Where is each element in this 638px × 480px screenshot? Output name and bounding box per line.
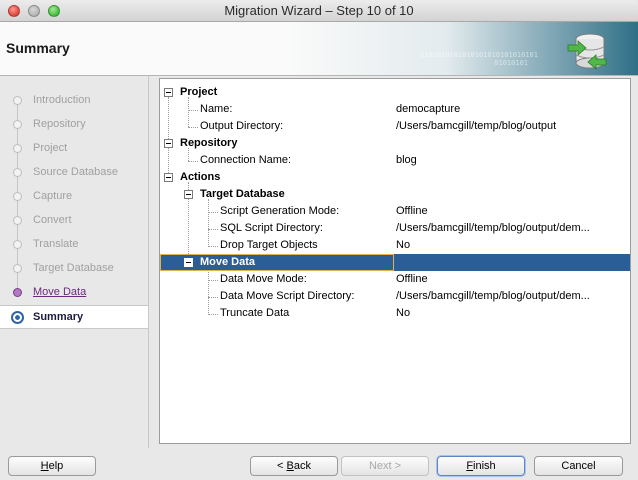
tree-key-cell: Repository: [160, 135, 394, 152]
nav-item-translate[interactable]: Translate: [0, 234, 148, 256]
tree-row-output-directory[interactable]: Output Directory: /Users/bamcgill/temp/b…: [160, 118, 630, 135]
next-button[interactable]: Next >: [341, 456, 429, 476]
nav-item-move-data[interactable]: Move Data: [0, 282, 148, 304]
nav-item-label: Introduction: [33, 94, 91, 106]
nav-item-label: Translate: [33, 238, 79, 250]
tree-row-data-move-script-directory[interactable]: Data Move Script Directory: /Users/bamcg…: [160, 288, 630, 305]
nav-item-convert[interactable]: Convert: [0, 210, 148, 232]
finish-label-rest: inish: [473, 460, 496, 472]
nav-item-label: Summary: [33, 311, 84, 323]
step-node-icon: [13, 168, 22, 177]
step-node-icon: [13, 192, 22, 201]
nav-item-target-database[interactable]: Target Database: [0, 258, 148, 280]
property-key: SQL Script Directory:: [220, 222, 323, 234]
property-value: /Users/bamcgill/temp/blog/output/dem...: [396, 222, 590, 234]
nav-item-source-database[interactable]: Source Database: [0, 162, 148, 184]
tree-node-project[interactable]: Project: [160, 84, 630, 101]
tree-row-truncate-data[interactable]: Truncate Data No: [160, 305, 630, 322]
window-title: Migration Wizard – Step 10 of 10: [224, 3, 414, 18]
property-value: /Users/bamcgill/temp/blog/output: [396, 120, 557, 132]
step-node-icon: [13, 96, 22, 105]
wizard-steps-nav: Introduction Repository Project Source D…: [0, 76, 149, 448]
tree-node-label: Repository: [180, 137, 238, 149]
property-key: Truncate Data: [220, 307, 290, 319]
collapse-toggle-icon[interactable]: [164, 173, 173, 182]
tree-key-cell: Target Database: [160, 186, 394, 203]
property-value: Offline: [396, 205, 428, 217]
property-value: /Users/bamcgill/temp/blog/output/dem...: [396, 290, 590, 302]
nav-item-label: Source Database: [33, 166, 118, 178]
tree-row-script-generation-mode[interactable]: Script Generation Mode: Offline: [160, 203, 630, 220]
tree-node-label: Project: [180, 86, 218, 98]
tree-row-sql-script-directory[interactable]: SQL Script Directory: /Users/bamcgill/te…: [160, 220, 630, 237]
collapse-toggle-icon[interactable]: [184, 190, 193, 199]
tree-row-drop-target-objects[interactable]: Drop Target Objects No: [160, 237, 630, 254]
tree-row-connection-name[interactable]: Connection Name: blog: [160, 152, 630, 169]
tree-node-target-database[interactable]: Target Database: [160, 186, 630, 203]
property-key: Output Directory:: [200, 120, 284, 132]
nav-item-label: Project: [33, 142, 68, 154]
step-node-icon: [13, 288, 22, 297]
nav-item-label: Repository: [33, 118, 86, 130]
step-node-icon: [13, 216, 22, 225]
back-label-rest: ack: [293, 460, 311, 472]
header-binary-line-2: 01010101: [494, 59, 528, 67]
back-button[interactable]: < Back: [250, 456, 338, 476]
nav-item-introduction[interactable]: Introduction: [0, 90, 148, 112]
property-value: Offline: [396, 273, 428, 285]
database-migration-icon: [567, 33, 607, 70]
help-button[interactable]: Help: [8, 456, 96, 476]
help-mnemonic: H: [40, 460, 49, 472]
tree-row-data-move-mode[interactable]: Data Move Mode: Offline: [160, 271, 630, 288]
tree-node-repository[interactable]: Repository: [160, 135, 630, 152]
next-label: Next >: [368, 460, 402, 472]
tree-key-cell: Actions: [160, 169, 394, 186]
property-key: Script Generation Mode:: [220, 205, 340, 217]
property-key: Drop Target Objects: [220, 239, 318, 251]
tree-node-label: Actions: [180, 171, 221, 183]
nav-item-label: Target Database: [33, 262, 114, 274]
nav-item-label: Move Data: [33, 286, 87, 298]
property-value: No: [396, 239, 411, 251]
help-label-rest: elp: [48, 460, 64, 472]
nav-item-label: Capture: [33, 190, 73, 202]
header-binary-line-1: 0101010101010101010101010101: [419, 51, 538, 59]
property-key: Data Move Mode:: [220, 273, 307, 285]
current-step-icon: [11, 311, 24, 324]
back-label-prefix: <: [277, 460, 287, 472]
step-node-icon: [13, 264, 22, 273]
collapse-toggle-icon[interactable]: [184, 258, 193, 267]
step-node-icon: [13, 240, 22, 249]
property-value: blog: [396, 154, 417, 166]
property-value: democapture: [396, 103, 461, 115]
tree-key-cell: Project: [160, 84, 394, 101]
page-title: Summary: [6, 40, 70, 56]
property-key: Connection Name:: [200, 154, 292, 166]
step-node-icon: [13, 120, 22, 129]
tree-node-move-data[interactable]: Move Data: [160, 254, 630, 271]
cancel-label: Cancel: [561, 460, 596, 472]
tree-node-label: Move Data: [200, 256, 256, 268]
tree-node-label: Target Database: [200, 188, 285, 200]
wizard-header: Summary 0101010101010101010101010101 010…: [0, 22, 638, 76]
collapse-toggle-icon[interactable]: [164, 139, 173, 148]
nav-item-label: Convert: [33, 214, 72, 226]
summary-tree[interactable]: Project Name: democapture Output Directo…: [159, 78, 631, 444]
nav-item-project[interactable]: Project: [0, 138, 148, 160]
nav-item-summary[interactable]: Summary: [0, 305, 148, 329]
back-mnemonic: B: [286, 460, 294, 472]
cancel-button[interactable]: Cancel: [534, 456, 623, 476]
collapse-toggle-icon[interactable]: [164, 88, 173, 97]
step-node-icon: [13, 144, 22, 153]
nav-item-capture[interactable]: Capture: [0, 186, 148, 208]
title-bar: Migration Wizard – Step 10 of 10: [0, 0, 638, 22]
nav-item-repository[interactable]: Repository: [0, 114, 148, 136]
tree-key-cell: Move Data: [160, 254, 394, 271]
tree-node-actions[interactable]: Actions: [160, 169, 630, 186]
tree-row-name[interactable]: Name: democapture: [160, 101, 630, 118]
finish-button[interactable]: Finish: [437, 456, 525, 476]
property-key: Data Move Script Directory:: [220, 290, 355, 302]
property-key: Name:: [200, 103, 233, 115]
property-value: No: [396, 307, 411, 319]
